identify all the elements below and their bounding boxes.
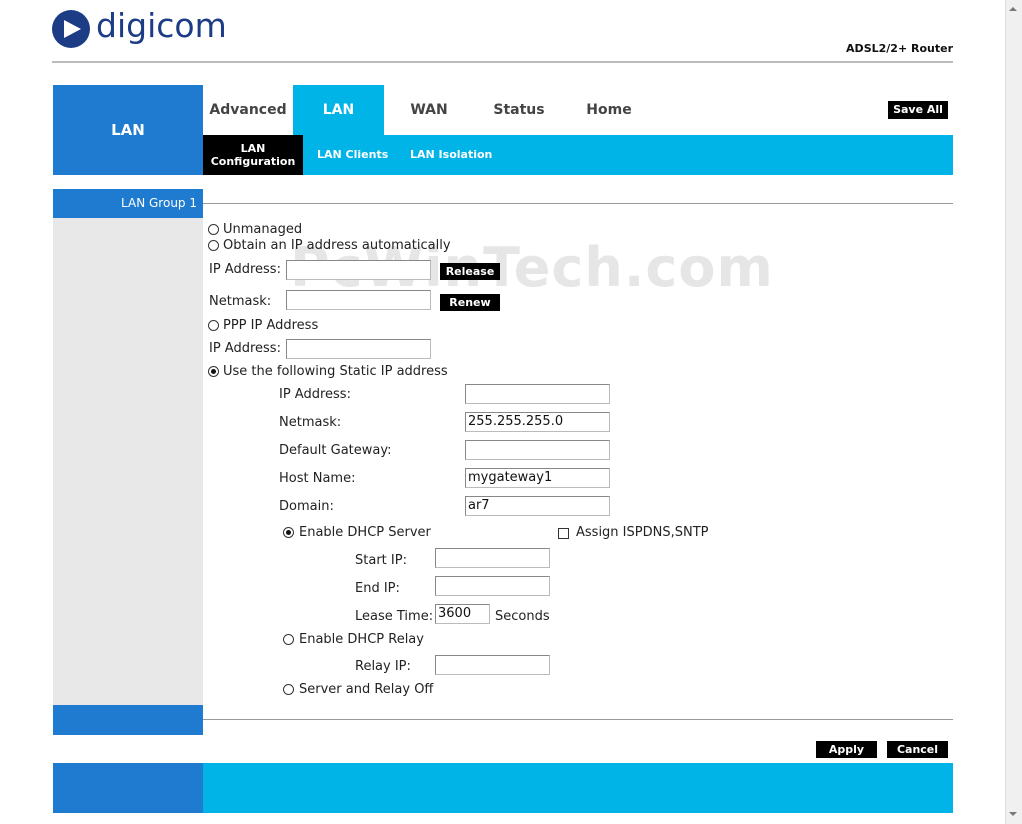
scroll-down-arrow-icon[interactable] bbox=[1007, 808, 1019, 820]
label-start-ip: Start IP: bbox=[355, 553, 407, 568]
group-divider bbox=[203, 203, 953, 204]
label-server-relay-off: Server and Relay Off bbox=[299, 682, 434, 697]
release-button[interactable]: Release bbox=[440, 263, 500, 280]
section-title: LAN bbox=[53, 85, 203, 175]
footer-right bbox=[203, 763, 953, 813]
logo-arrow-icon bbox=[52, 10, 90, 48]
label-obtain-auto: Obtain an IP address automatically bbox=[223, 238, 451, 253]
radio-enable-dhcp-server[interactable] bbox=[283, 527, 294, 538]
apply-button[interactable]: Apply bbox=[816, 741, 877, 758]
static-netmask-field[interactable]: 255.255.255.0 bbox=[465, 412, 610, 432]
radio-unmanaged[interactable] bbox=[208, 224, 219, 235]
save-all-button[interactable]: Save All bbox=[888, 101, 948, 119]
lease-time-field[interactable]: 3600 bbox=[435, 604, 490, 624]
label-auto-ip: IP Address: bbox=[209, 262, 281, 277]
form-divider bbox=[203, 719, 953, 720]
label-assign-ispdns: Assign ISPDNS,SNTP bbox=[576, 525, 709, 540]
subtab-lan-clients[interactable]: LAN Clients bbox=[317, 148, 388, 161]
label-static-ip: Use the following Static IP address bbox=[223, 364, 448, 379]
label-lease-time: Lease Time: bbox=[355, 609, 434, 624]
label-ppp-ip: PPP IP Address bbox=[223, 318, 319, 333]
footer-left bbox=[53, 763, 203, 813]
auto-ip-field[interactable] bbox=[286, 260, 431, 280]
label-auto-netmask: Netmask: bbox=[209, 294, 272, 309]
tab-lan[interactable]: LAN bbox=[293, 85, 384, 135]
host-name-field[interactable]: mygateway1 bbox=[465, 468, 610, 488]
subtab-lan-configuration[interactable]: LAN Configuration bbox=[203, 135, 303, 175]
radio-server-relay-off[interactable] bbox=[283, 684, 294, 695]
label-relay-ip: Relay IP: bbox=[355, 659, 411, 674]
tab-wan[interactable]: WAN bbox=[384, 85, 474, 135]
static-ip-field[interactable] bbox=[465, 384, 610, 404]
checkbox-assign-ispdns[interactable] bbox=[558, 528, 569, 539]
domain-field[interactable]: ar7 bbox=[465, 496, 610, 516]
label-default-gateway: Default Gateway: bbox=[279, 443, 392, 458]
label-end-ip: End IP: bbox=[355, 581, 400, 596]
label-lease-unit: Seconds bbox=[495, 609, 550, 624]
label-static-ip-address: IP Address: bbox=[279, 387, 351, 402]
subnav-bar bbox=[203, 135, 953, 175]
header-divider bbox=[52, 61, 953, 63]
subtab-lan-isolation[interactable]: LAN Isolation bbox=[410, 148, 492, 161]
label-domain: Domain: bbox=[279, 499, 334, 514]
tab-status[interactable]: Status bbox=[474, 85, 564, 135]
scroll-up-arrow-icon[interactable] bbox=[1007, 3, 1019, 15]
router-model: ADSL2/2+ Router bbox=[846, 42, 953, 55]
logo-text: digicom bbox=[96, 6, 227, 45]
group-title: LAN Group 1 bbox=[53, 189, 203, 218]
label-ppp-ip-address: IP Address: bbox=[209, 341, 281, 356]
radio-enable-dhcp-relay[interactable] bbox=[283, 634, 294, 645]
radio-ppp-ip[interactable] bbox=[208, 320, 219, 331]
radio-obtain-auto[interactable] bbox=[208, 240, 219, 251]
cancel-button[interactable]: Cancel bbox=[887, 741, 948, 758]
renew-button[interactable]: Renew bbox=[440, 294, 500, 311]
label-enable-dhcp-server: Enable DHCP Server bbox=[299, 525, 431, 540]
left-panel bbox=[53, 218, 203, 705]
end-ip-field[interactable] bbox=[435, 576, 550, 596]
label-enable-dhcp-relay: Enable DHCP Relay bbox=[299, 632, 424, 647]
auto-netmask-field[interactable] bbox=[286, 290, 431, 310]
subtab-label: LAN Configuration bbox=[210, 142, 296, 168]
vertical-scrollbar[interactable] bbox=[1005, 0, 1022, 824]
label-unmanaged: Unmanaged bbox=[223, 222, 303, 237]
left-panel-footer bbox=[53, 705, 203, 735]
start-ip-field[interactable] bbox=[435, 548, 550, 568]
default-gateway-field[interactable] bbox=[465, 440, 610, 460]
tab-home[interactable]: Home bbox=[564, 85, 654, 135]
relay-ip-field[interactable] bbox=[435, 655, 550, 675]
ppp-ip-field[interactable] bbox=[286, 339, 431, 359]
radio-static-ip[interactable] bbox=[208, 366, 219, 377]
label-host-name: Host Name: bbox=[279, 471, 356, 486]
label-static-netmask: Netmask: bbox=[279, 415, 342, 430]
tab-advanced[interactable]: Advanced bbox=[203, 85, 293, 135]
